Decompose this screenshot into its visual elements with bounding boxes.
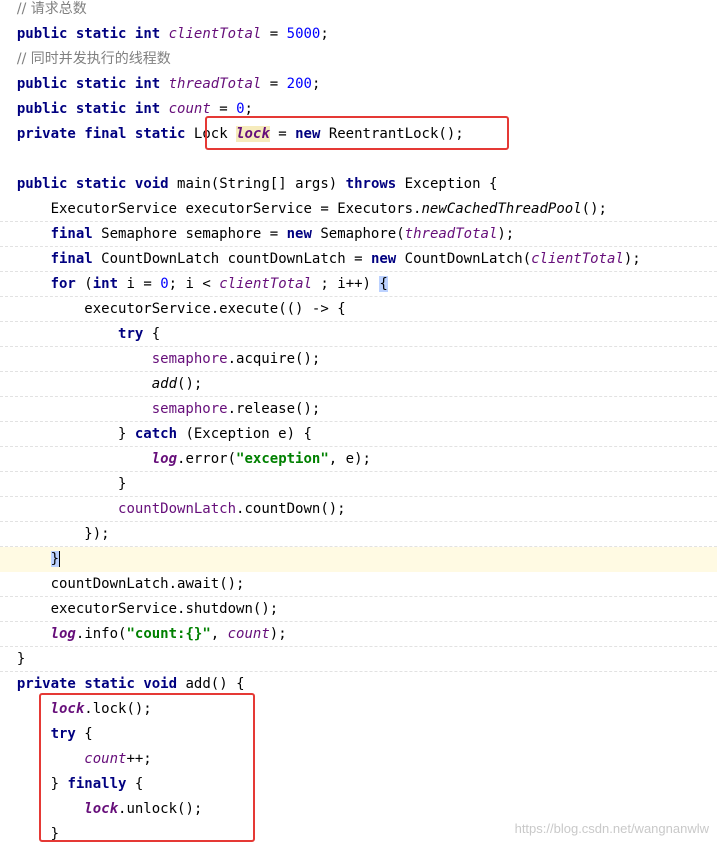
code-line-9: ExecutorService executorService = Execut… (0, 197, 717, 222)
watermark: https://blog.csdn.net/wangnanwlw (514, 821, 709, 836)
field-client-total: clientTotal (168, 26, 262, 42)
value-count-init: 0 (236, 101, 245, 117)
code-line-22: }); (0, 522, 717, 547)
code-line-3: // 同时并发执行的线程数 (0, 47, 717, 72)
code-line-14: try { (0, 322, 717, 347)
code-line-21: countDownLatch.countDown(); (0, 497, 717, 522)
comment-client-total: // 请求总数 (16, 1, 87, 17)
code-line-1: // 请求总数 (0, 0, 717, 22)
code-line-2: public static int clientTotal = 5000; (16, 26, 329, 42)
comment-thread-total: // 同时并发执行的线程数 (16, 51, 171, 67)
code-line-18: } catch (Exception e) { (0, 422, 717, 447)
code-line-23-caret[interactable]: } (0, 547, 717, 572)
code-line-12: for (int i = 0; i < clientTotal ; i++) { (0, 272, 717, 297)
code-line-8: public static void main(String[] args) t… (16, 176, 498, 192)
code-line-19: log.error("exception", e); (0, 447, 717, 472)
field-thread-total: threadTotal (168, 76, 262, 92)
text-caret (59, 551, 61, 567)
code-line-4: public static int threadTotal = 200; (16, 76, 321, 92)
code-line-17: semaphore.release(); (0, 397, 717, 422)
code-line-10: final Semaphore semaphore = new Semaphor… (0, 222, 717, 247)
code-line-27: } (0, 647, 717, 672)
method-main: main (177, 176, 211, 192)
value-client-total: 5000 (286, 26, 321, 42)
code-editor[interactable]: // 请求总数 public static int clientTotal = … (0, 0, 717, 846)
value-thread-total: 200 (286, 76, 312, 92)
code-line-11: final CountDownLatch countDownLatch = ne… (0, 247, 717, 272)
method-add: add (185, 676, 211, 692)
code-line-25: executorService.shutdown(); (0, 597, 717, 622)
code-line-20: } (0, 472, 717, 497)
code-line-15: semaphore.acquire(); (0, 347, 717, 372)
code-line-26: log.info("count:{}", count); (0, 622, 717, 647)
code-line-16: add(); (0, 372, 717, 397)
highlight-box-lock-declaration (205, 116, 509, 150)
matched-brace-close: } (50, 551, 60, 567)
code-line-24: countDownLatch.await(); (0, 572, 717, 597)
code-line-13: executorService.execute(() -> { (0, 297, 717, 322)
matched-brace-open: { (379, 276, 388, 292)
field-count: count (168, 101, 211, 117)
highlight-box-add-method-body (39, 693, 255, 842)
